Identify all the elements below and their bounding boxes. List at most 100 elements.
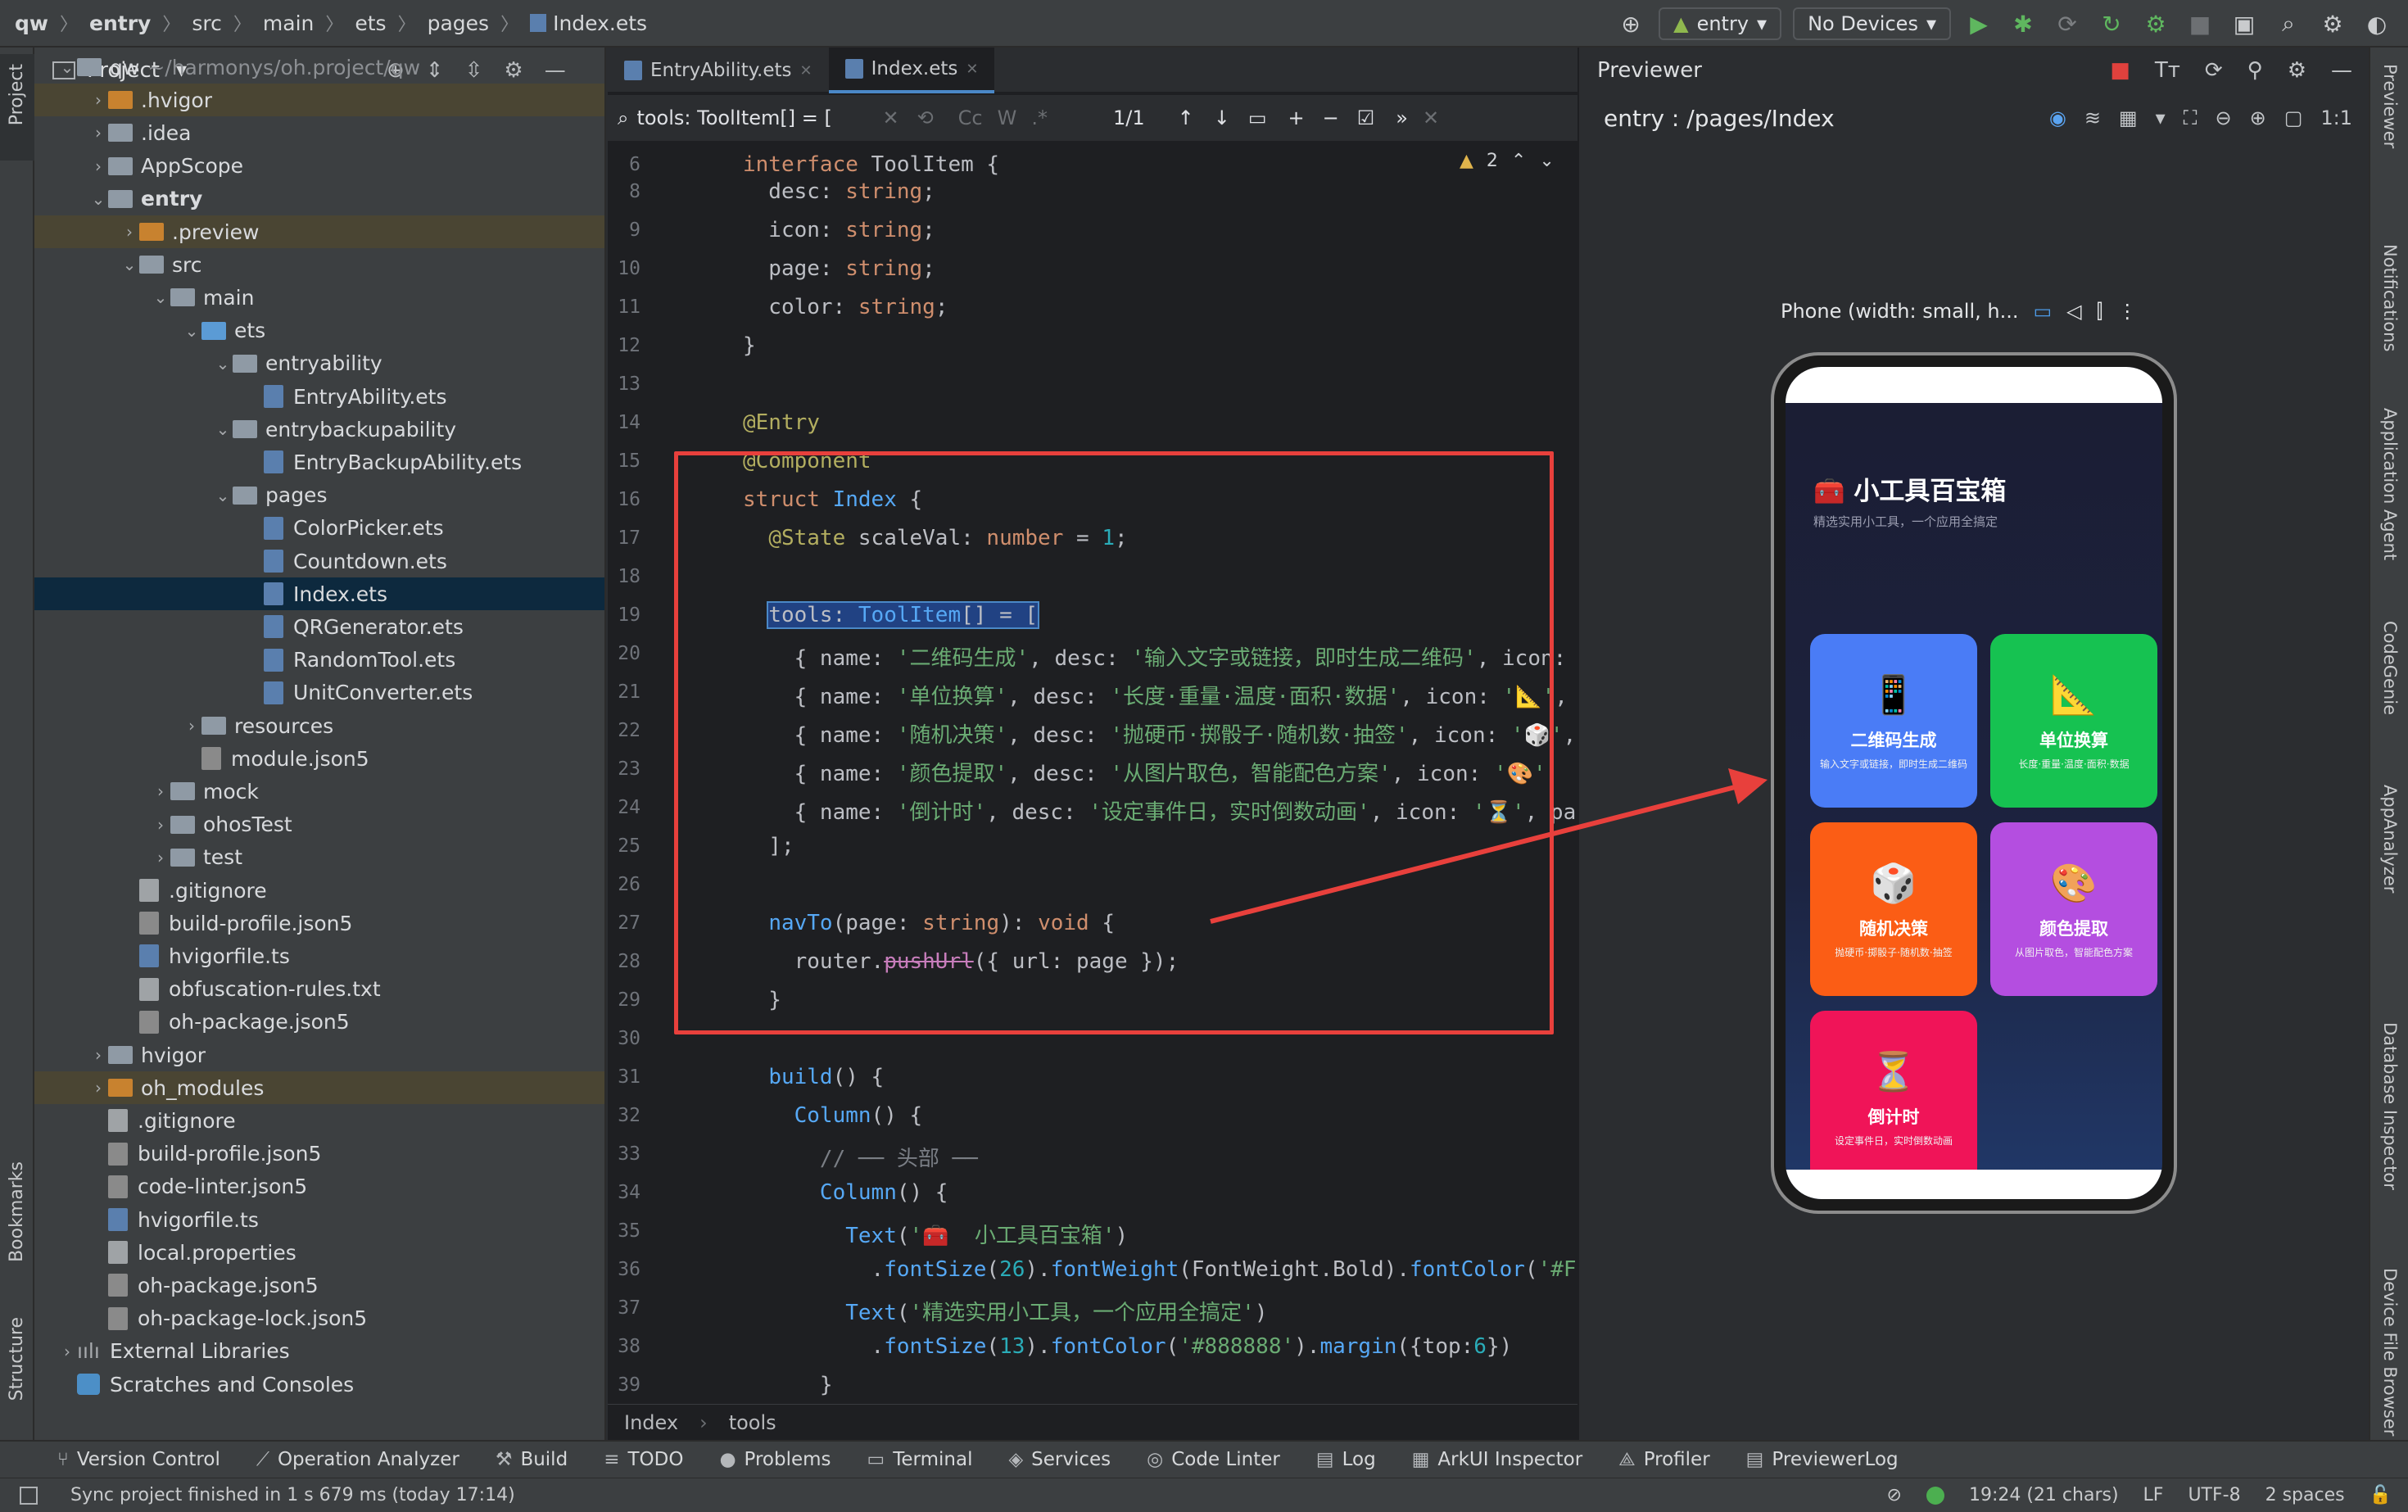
- status-message[interactable]: Sync project finished in 1 s 679 ms (tod…: [70, 1485, 515, 1505]
- tool-window-button[interactable]: ● Problems: [719, 1449, 831, 1470]
- chevron-down-icon[interactable]: ▾: [2156, 106, 2166, 129]
- rotate-icon[interactable]: ◁: [2066, 300, 2081, 323]
- bookmarks-tool-tab[interactable]: Bookmarks: [7, 1161, 27, 1262]
- tree-item[interactable]: hvigorfile.ts: [34, 939, 604, 972]
- chevron-right-icon[interactable]: ›: [57, 1342, 77, 1361]
- code-line[interactable]: struct Index {: [743, 487, 922, 512]
- minimize-icon[interactable]: —: [2331, 58, 2352, 83]
- breadcrumb-item[interactable]: Index.ets: [553, 11, 647, 35]
- fit-screen-icon[interactable]: ⛶: [2184, 106, 2198, 129]
- code-line[interactable]: @State scaleVal: number = 1;: [743, 526, 1127, 550]
- fold-icon[interactable]: ⫿: [2097, 300, 2103, 323]
- tool-card[interactable]: 📱 二维码生成 输入文字或链接，即时生成二维码: [1810, 634, 1977, 808]
- chevron-up-icon[interactable]: ⌃: [1511, 151, 1526, 171]
- tool-window-button[interactable]: ◎ Code Linter: [1147, 1449, 1280, 1470]
- debug-icon[interactable]: ✱: [2007, 7, 2039, 40]
- chevron-down-icon[interactable]: ⌄: [57, 57, 77, 77]
- tool-window-button[interactable]: ⑂ Version Control: [57, 1449, 220, 1470]
- tree-item[interactable]: QRGenerator.ets: [34, 610, 604, 643]
- code-line[interactable]: Text('精选实用小工具，一个应用全搞定'): [743, 1296, 1267, 1326]
- chevron-down-icon[interactable]: ⌄: [213, 486, 233, 505]
- tree-item[interactable]: code-linter.json5: [34, 1170, 604, 1203]
- device-manager-icon[interactable]: ▣: [2228, 7, 2261, 40]
- tree-item[interactable]: ColorPicker.ets: [34, 512, 604, 545]
- tool-card[interactable]: 🎨 颜色提取 从图片取色，智能配色方案: [1990, 822, 2157, 996]
- tree-item[interactable]: › .preview: [34, 215, 604, 248]
- target-icon[interactable]: ⊕: [1614, 7, 1647, 40]
- chevron-right-icon[interactable]: ›: [151, 815, 170, 835]
- code-line[interactable]: }: [743, 988, 781, 1012]
- search-icon[interactable]: ⌕: [2272, 7, 2305, 40]
- chevron-right-icon[interactable]: ›: [88, 1078, 108, 1098]
- tree-item[interactable]: ⌄ entryability: [34, 347, 604, 380]
- tree-item[interactable]: build-profile.json5: [34, 1138, 604, 1170]
- tree-item[interactable]: .gitignore: [34, 874, 604, 907]
- tree-item[interactable]: Scratches and Consoles: [34, 1368, 604, 1401]
- breadcrumb-item[interactable]: entry: [89, 11, 151, 35]
- code-line[interactable]: Column() {: [743, 1180, 948, 1205]
- chevron-right-icon[interactable]: ›: [151, 848, 170, 867]
- tree-item[interactable]: ⌄ src: [34, 248, 604, 281]
- breadcrumb-item[interactable]: ets: [355, 11, 386, 35]
- tree-item[interactable]: › mock: [34, 775, 604, 808]
- device-type-icon[interactable]: ▭: [2033, 300, 2052, 323]
- chevron-down-icon[interactable]: ⌄: [182, 321, 201, 341]
- chevron-right-icon[interactable]: ›: [120, 222, 139, 242]
- tool-card[interactable]: 📐 单位换算 长度·重量·温度·面积·数据: [1990, 634, 2157, 808]
- structure-tool-tab[interactable]: Structure: [7, 1317, 27, 1401]
- application-agent-tool-tab[interactable]: Application Agent: [2380, 408, 2400, 560]
- tree-item[interactable]: EntryBackupAbility.ets: [34, 446, 604, 478]
- code-line[interactable]: build() {: [743, 1065, 884, 1089]
- tree-item[interactable]: ⌄ pages: [34, 479, 604, 512]
- run-icon[interactable]: ▶: [1962, 7, 1995, 40]
- code-line[interactable]: }: [743, 333, 756, 358]
- stop-preview-icon[interactable]: ■: [2110, 58, 2130, 83]
- zoom-out-icon[interactable]: ⊖: [2215, 106, 2231, 129]
- tool-window-button[interactable]: ⟋ Operation Analyzer: [256, 1449, 459, 1470]
- inspector-icon[interactable]: ⚲: [2247, 58, 2263, 83]
- profile-icon[interactable]: ⚙: [2139, 7, 2172, 40]
- zoom-in-icon[interactable]: ⊕: [2250, 106, 2266, 129]
- tree-item[interactable]: oh-package.json5: [34, 1006, 604, 1039]
- tool-window-button[interactable]: ⟁ Profiler: [1618, 1449, 1710, 1470]
- line-separator[interactable]: LF: [2143, 1485, 2164, 1505]
- layers-icon[interactable]: ≋: [2084, 106, 2101, 129]
- one-to-one-icon[interactable]: 1:1: [2320, 106, 2352, 129]
- no-notifications-icon[interactable]: ⊘: [1887, 1485, 1902, 1505]
- tree-item[interactable]: › AppScope: [34, 150, 604, 183]
- tool-window-button[interactable]: ▤ PreviewerLog: [1746, 1449, 1899, 1470]
- tree-item[interactable]: build-profile.json5: [34, 907, 604, 939]
- notifications-tool-tab[interactable]: Notifications: [2380, 244, 2400, 351]
- tool-window-button[interactable]: ⚒ Build: [496, 1449, 568, 1470]
- tool-window-button[interactable]: ▦ ArkUI Inspector: [1412, 1449, 1582, 1470]
- gear-icon[interactable]: ⚙: [2288, 58, 2306, 83]
- project-tool-tab[interactable]: Project: [7, 64, 27, 125]
- tool-card[interactable]: 🎲 随机决策 抛硬币·掷骰子·随机数·抽签: [1810, 822, 1977, 996]
- codegenie-tool-tab[interactable]: CodeGenie: [2380, 621, 2400, 715]
- code-line[interactable]: icon: string;: [743, 218, 935, 242]
- code-line[interactable]: ];: [743, 834, 794, 858]
- chevron-down-icon[interactable]: ⌄: [151, 287, 170, 307]
- device-selector[interactable]: No Devices ▾: [1793, 7, 1951, 40]
- database-inspector-tool-tab[interactable]: Database Inspector: [2380, 1022, 2400, 1190]
- tree-item[interactable]: › hvigor: [34, 1039, 604, 1071]
- code-line[interactable]: page: string;: [743, 256, 935, 281]
- chevron-right-icon[interactable]: ›: [88, 90, 108, 110]
- code-line[interactable]: { name: '二维码生成', desc: '输入文字或链接，即时生成二维码'…: [743, 641, 1567, 672]
- caret-position[interactable]: 19:24 (21 chars): [1969, 1485, 2119, 1505]
- chevron-right-icon[interactable]: ›: [182, 716, 201, 736]
- code-line[interactable]: desc: string;: [743, 179, 935, 204]
- inspection-widget[interactable]: ▲ 2 ⌃ ⌄: [1460, 151, 1555, 171]
- tree-item[interactable]: Countdown.ets: [34, 545, 604, 577]
- tree-item[interactable]: Index.ets: [34, 577, 604, 611]
- tree-item[interactable]: UnitConverter.ets: [34, 677, 604, 709]
- code-line[interactable]: @Component: [743, 449, 871, 473]
- tree-item[interactable]: hvigorfile.ts: [34, 1203, 604, 1236]
- tree-item[interactable]: › resources: [34, 709, 604, 742]
- chevron-down-icon[interactable]: ⌄: [88, 189, 108, 209]
- breadcrumb-item[interactable]: pages: [428, 11, 489, 35]
- chevron-down-icon[interactable]: ⌄: [120, 255, 139, 274]
- chevron-right-icon[interactable]: ›: [88, 123, 108, 143]
- code-line[interactable]: .fontSize(13).fontColor('#888888').margi…: [743, 1334, 1513, 1359]
- font-size-icon[interactable]: Tт: [2155, 58, 2180, 83]
